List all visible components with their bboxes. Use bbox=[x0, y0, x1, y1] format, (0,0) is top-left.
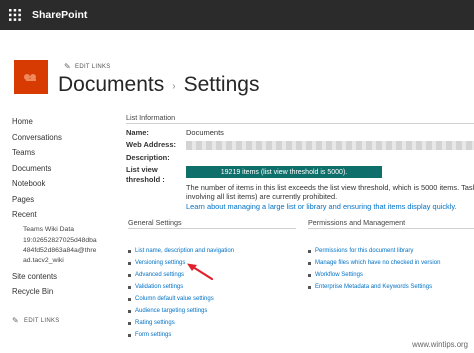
nav-recent-wiki-line3: ad.tacv2_wiki bbox=[23, 256, 64, 264]
site-logo-icon[interactable] bbox=[14, 60, 48, 94]
link-label: Audience targeting settings bbox=[135, 308, 208, 314]
link-permissions-library[interactable]: Permissions for this document library bbox=[308, 245, 440, 257]
link-versioning-settings[interactable]: Versioning settings bbox=[128, 257, 234, 269]
link-label: Manage files which have no checked in ve… bbox=[315, 260, 441, 266]
web-address-label: Web Address: bbox=[126, 140, 177, 149]
list-information-heading: List Information bbox=[126, 113, 176, 122]
pencil-icon: ✎ bbox=[12, 316, 20, 325]
threshold-status-text: 19219 items (list view threshold is 5000… bbox=[220, 168, 348, 176]
link-label: Versioning settings bbox=[135, 260, 186, 266]
link-label: Rating settings bbox=[135, 320, 175, 326]
threshold-warning-line2: involving all list items) are currently … bbox=[186, 192, 338, 201]
link-column-default-value[interactable]: Column default value settings bbox=[128, 293, 234, 305]
nav-recent-wiki-link[interactable]: 19:02652827025d48dba 484fd52d863a84a@thr… bbox=[12, 236, 112, 266]
waffle-app-launcher-icon[interactable] bbox=[0, 0, 30, 30]
bullet-icon bbox=[128, 321, 131, 325]
name-label: Name: bbox=[126, 128, 149, 137]
link-manage-unchecked-files[interactable]: Manage files which have no checked in ve… bbox=[308, 257, 440, 269]
threshold-warning: The number of items in this list exceeds… bbox=[186, 183, 474, 201]
general-settings-links: List name, description and navigation Ve… bbox=[128, 245, 234, 341]
link-label: Advanced settings bbox=[135, 272, 185, 278]
threshold-label: List view threshold : bbox=[126, 165, 165, 184]
divider bbox=[308, 228, 474, 229]
link-label: Form settings bbox=[135, 332, 172, 338]
nav-recent-teams-wiki[interactable]: Teams Wiki Data bbox=[12, 223, 112, 236]
nav-item-notebook[interactable]: Notebook bbox=[12, 176, 112, 192]
name-value: Documents bbox=[186, 128, 224, 137]
bullet-icon bbox=[308, 249, 311, 253]
suite-bar: SharePoint bbox=[0, 0, 474, 30]
title-documents[interactable]: Documents bbox=[58, 73, 164, 97]
bullet-icon bbox=[128, 297, 131, 301]
link-label: Column default value settings bbox=[135, 296, 214, 302]
link-audience-targeting[interactable]: Audience targeting settings bbox=[128, 305, 234, 317]
link-enterprise-metadata[interactable]: Enterprise Metadata and Keywords Setting… bbox=[308, 281, 440, 293]
link-rating-settings[interactable]: Rating settings bbox=[128, 317, 234, 329]
nav-item-documents[interactable]: Documents bbox=[12, 161, 112, 177]
brand-name[interactable]: SharePoint bbox=[32, 9, 87, 21]
permissions-heading: Permissions and Management bbox=[308, 218, 406, 227]
bullet-icon bbox=[128, 261, 131, 265]
pencil-icon: ✎ bbox=[64, 62, 72, 71]
nav-recent-wiki-line1: 19:02652827025d48dba bbox=[23, 236, 97, 244]
description-label: Description: bbox=[126, 153, 170, 162]
bullet-icon bbox=[128, 333, 131, 337]
edit-links-bottom[interactable]: ✎ EDIT LINKS bbox=[12, 316, 60, 325]
link-workflow-settings[interactable]: Workflow Settings bbox=[308, 269, 440, 281]
bullet-icon bbox=[128, 309, 131, 313]
link-label: Validation settings bbox=[135, 284, 184, 290]
bullet-icon bbox=[308, 285, 311, 289]
bullet-icon bbox=[128, 249, 131, 253]
red-arrow-annotation-icon bbox=[187, 263, 214, 281]
edit-links-label: EDIT LINKS bbox=[75, 63, 111, 70]
nav-item-recent: Recent bbox=[12, 210, 37, 219]
nav-item-home[interactable]: Home bbox=[12, 114, 112, 130]
bullet-icon bbox=[128, 285, 131, 289]
nav-item-recycle-bin[interactable]: Recycle Bin bbox=[12, 284, 112, 300]
link-label: Workflow Settings bbox=[315, 272, 363, 278]
nav-recent-wiki-line2: 484fd52d863a84a@thre bbox=[23, 246, 97, 254]
threshold-warning-line1: The number of items in this list exceeds… bbox=[186, 183, 474, 192]
nav-item-teams[interactable]: Teams bbox=[12, 145, 112, 161]
learn-more-link[interactable]: Learn about managing a large list or lib… bbox=[186, 202, 457, 211]
threshold-status-bar: 19219 items (list view threshold is 5000… bbox=[186, 166, 382, 178]
bullet-icon bbox=[308, 261, 311, 265]
link-form-settings[interactable]: Form settings bbox=[128, 329, 234, 341]
divider bbox=[126, 123, 474, 124]
edit-links-top[interactable]: ✎ EDIT LINKS bbox=[64, 62, 111, 71]
edit-links-label: EDIT LINKS bbox=[24, 317, 60, 324]
link-list-name-description[interactable]: List name, description and navigation bbox=[128, 245, 234, 257]
nav-item-conversations[interactable]: Conversations bbox=[12, 130, 112, 146]
left-navigation: Home Conversations Teams Documents Noteb… bbox=[12, 114, 112, 300]
page-title: Documents › Settings bbox=[58, 73, 259, 97]
link-validation-settings[interactable]: Validation settings bbox=[128, 281, 234, 293]
link-label: Permissions for this document library bbox=[315, 248, 414, 254]
bullet-icon bbox=[128, 273, 131, 277]
link-label: Enterprise Metadata and Keywords Setting… bbox=[315, 284, 433, 290]
nav-item-pages[interactable]: Pages bbox=[12, 192, 112, 208]
watermark: www.wintips.org bbox=[412, 340, 468, 349]
title-settings: Settings bbox=[183, 73, 260, 96]
link-advanced-settings[interactable]: Advanced settings bbox=[128, 269, 234, 281]
nav-item-site-contents[interactable]: Site contents bbox=[12, 269, 112, 285]
bullet-icon bbox=[308, 273, 311, 277]
breadcrumb-separator: › bbox=[172, 80, 176, 92]
link-label: List name, description and navigation bbox=[135, 248, 235, 254]
divider bbox=[128, 228, 296, 229]
general-settings-heading: General Settings bbox=[128, 218, 182, 227]
permissions-links: Permissions for this document library Ma… bbox=[308, 245, 440, 293]
web-address-redacted bbox=[186, 141, 474, 150]
